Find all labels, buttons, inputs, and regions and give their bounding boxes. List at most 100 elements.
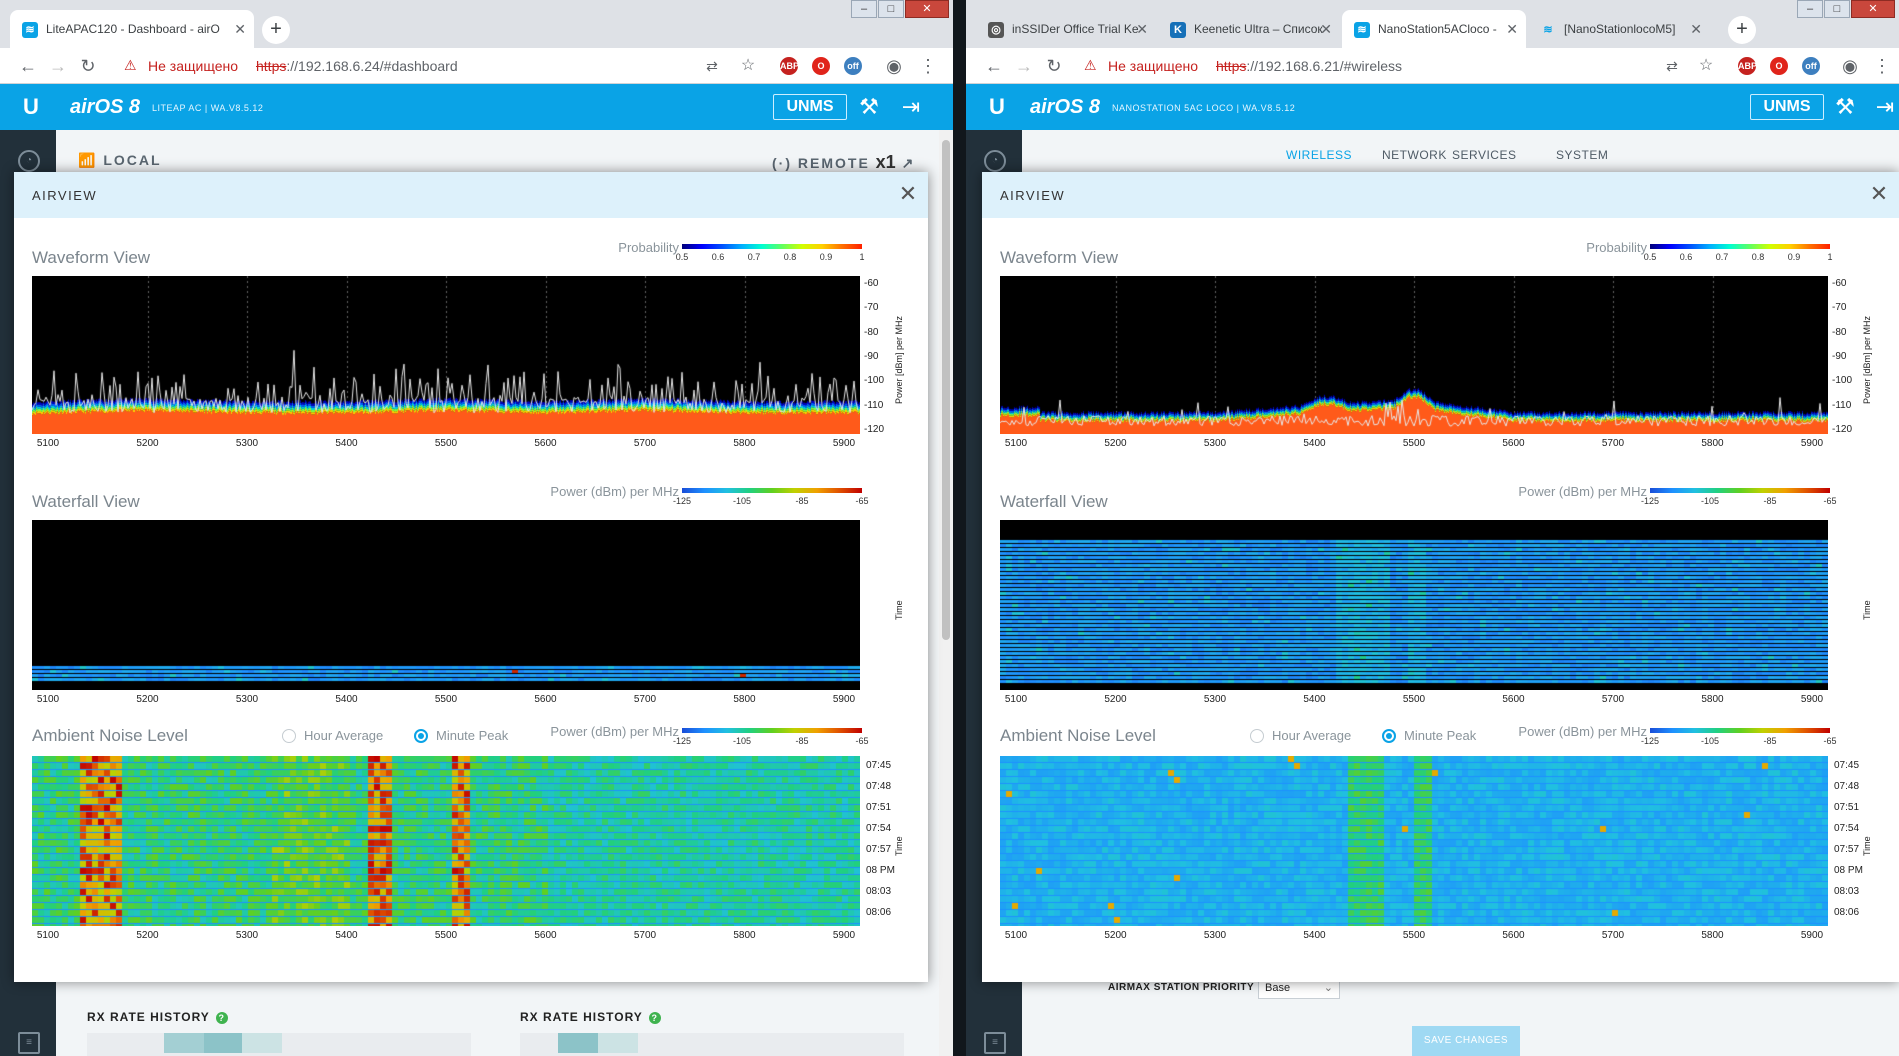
- menu-icon[interactable]: ⋮: [916, 54, 940, 78]
- help-icon[interactable]: ?: [215, 1011, 228, 1024]
- back-icon[interactable]: ←: [16, 54, 40, 78]
- browser-tab[interactable]: ≋ LiteAPAC120 - Dashboard - airO ✕: [10, 10, 254, 48]
- hour-average-radio[interactable]: Hour Average: [1250, 728, 1351, 743]
- url-field[interactable]: https://192.168.6.24/#dashboard: [256, 58, 458, 74]
- x-tick: 5200: [1104, 694, 1127, 705]
- browser-tab[interactable]: ◎ inSSIDer Office Trial Ke ✕: [976, 10, 1156, 48]
- tools-icon[interactable]: ⚒: [1832, 94, 1858, 120]
- save-changes-button[interactable]: SAVE CHANGES: [1412, 1026, 1520, 1056]
- warning-icon[interactable]: ⚠: [1084, 57, 1097, 74]
- url-field[interactable]: https://192.168.6.21/#wireless: [1216, 58, 1402, 74]
- radio-circle-selected[interactable]: [1382, 729, 1396, 743]
- legend-tick: 0.9: [1787, 252, 1801, 262]
- warning-icon[interactable]: ⚠: [124, 57, 137, 74]
- waveform-canvas: [1000, 276, 1828, 434]
- reload-icon[interactable]: ↻: [1042, 54, 1066, 78]
- unms-button[interactable]: UNMS: [1750, 94, 1824, 120]
- ubiquiti-logo[interactable]: U: [984, 94, 1010, 120]
- legend-color-bar: [1650, 488, 1830, 493]
- x-tick: 5500: [1402, 438, 1426, 449]
- close-icon[interactable]: ✕: [1867, 182, 1891, 206]
- bookmark-star-icon[interactable]: ☆: [1694, 54, 1718, 78]
- close-tab-icon[interactable]: ✕: [1136, 10, 1148, 48]
- account-icon[interactable]: ◉: [882, 54, 906, 78]
- back-icon[interactable]: ←: [982, 54, 1006, 78]
- maximize-icon[interactable]: □: [1824, 0, 1850, 18]
- x-tick: 5900: [832, 694, 856, 705]
- close-tab-icon[interactable]: ✕: [234, 10, 246, 48]
- close-tab-icon[interactable]: ✕: [1506, 10, 1518, 48]
- tools-icon[interactable]: ⚒: [856, 94, 882, 120]
- opera-extension-icon[interactable]: O: [812, 57, 830, 75]
- minimize-icon[interactable]: –: [1797, 0, 1823, 18]
- radio-circle[interactable]: [282, 729, 296, 743]
- legend-color-bar: [682, 244, 862, 249]
- radio-circle-selected[interactable]: [414, 729, 428, 743]
- tab-network[interactable]: NETWORK: [1382, 148, 1447, 162]
- account-icon[interactable]: ◉: [1838, 54, 1862, 78]
- tab-wireless[interactable]: WIRELESS: [1286, 148, 1352, 162]
- browser-tab[interactable]: ≋ [NanoStationlocoM5] ✕: [1528, 10, 1710, 48]
- adblock-icon[interactable]: ABP: [780, 57, 799, 75]
- dashboard-icon[interactable]: ◔: [984, 150, 1006, 172]
- page-scrollbar[interactable]: [939, 130, 953, 1056]
- unms-button[interactable]: UNMS: [773, 94, 847, 120]
- tab-strip: ≋ LiteAPAC120 - Dashboard - airO ✕ + – □…: [0, 0, 953, 48]
- translate-icon[interactable]: ⇄: [1660, 54, 1684, 78]
- x-tick: 5800: [1701, 438, 1724, 449]
- help-icon[interactable]: ?: [648, 1011, 661, 1024]
- x-tick: 5200: [1104, 438, 1127, 449]
- inssider-favicon-icon: ◎: [988, 22, 1004, 38]
- notes-icon[interactable]: ≡: [984, 1032, 1006, 1054]
- opera-extension-icon[interactable]: O: [1770, 57, 1788, 75]
- forward-icon[interactable]: →: [46, 54, 70, 78]
- hour-average-radio[interactable]: Hour Average: [282, 728, 383, 743]
- toggle-extension-icon[interactable]: off: [844, 57, 862, 75]
- close-window-icon[interactable]: ✕: [905, 0, 949, 18]
- new-tab-button[interactable]: +: [1728, 16, 1756, 44]
- menu-icon[interactable]: ⋮: [1870, 54, 1894, 78]
- radio-circle[interactable]: [1250, 729, 1264, 743]
- tab-services[interactable]: SERVICES: [1452, 148, 1516, 162]
- logout-icon[interactable]: ⇥: [898, 94, 924, 120]
- ambient-plot: [32, 756, 860, 926]
- bookmark-star-icon[interactable]: ☆: [736, 54, 760, 78]
- close-tab-icon[interactable]: ✕: [1690, 10, 1702, 48]
- minute-peak-radio[interactable]: Minute Peak: [1382, 728, 1476, 743]
- y-tick: -120: [1832, 424, 1853, 435]
- x-tick: 5600: [534, 930, 557, 941]
- close-tab-icon[interactable]: ✕: [1320, 10, 1332, 48]
- not-secure-label[interactable]: Не защищено: [148, 58, 238, 74]
- waveform-plot: [1000, 276, 1828, 434]
- x-tick: 5400: [1303, 438, 1326, 449]
- device-info: NANOSTATION 5AC LOCO | WA.V8.5.12: [1112, 103, 1296, 113]
- maximize-icon[interactable]: □: [878, 0, 904, 18]
- y-axis-label: Time: [1862, 836, 1872, 856]
- x-tick: 5600: [1502, 694, 1525, 705]
- legend-tick: 0.9: [819, 252, 833, 262]
- browser-tab[interactable]: ≋ NanoStation5ACloco - ✕: [1342, 10, 1526, 48]
- minimize-icon[interactable]: –: [851, 0, 877, 18]
- not-secure-label[interactable]: Не защищено: [1108, 58, 1198, 74]
- scroll-thumb[interactable]: [942, 140, 950, 640]
- legend-tick: -65: [855, 496, 869, 506]
- close-window-icon[interactable]: ✕: [1851, 0, 1895, 18]
- reload-icon[interactable]: ↻: [76, 54, 100, 78]
- x-tick: 5900: [832, 438, 856, 449]
- notes-icon[interactable]: ≡: [18, 1032, 40, 1054]
- waveform-title: Waveform View: [1000, 248, 1119, 267]
- legend-tick: 1: [859, 252, 865, 262]
- tab-system[interactable]: SYSTEM: [1556, 148, 1608, 162]
- translate-icon[interactable]: ⇄: [700, 54, 724, 78]
- ubiquiti-logo[interactable]: U: [18, 94, 44, 120]
- logout-icon[interactable]: ⇥: [1872, 94, 1898, 120]
- dashboard-icon[interactable]: ◔: [18, 150, 40, 172]
- close-icon[interactable]: ✕: [896, 182, 920, 206]
- toggle-extension-icon[interactable]: off: [1802, 57, 1820, 75]
- browser-tab[interactable]: K Keenetic Ultra – Список ✕: [1158, 10, 1340, 48]
- forward-icon[interactable]: →: [1012, 54, 1036, 78]
- new-tab-button[interactable]: +: [262, 16, 290, 44]
- legend-tick: -85: [795, 736, 809, 746]
- adblock-icon[interactable]: ABP: [1738, 57, 1757, 75]
- minute-peak-radio[interactable]: Minute Peak: [414, 728, 508, 743]
